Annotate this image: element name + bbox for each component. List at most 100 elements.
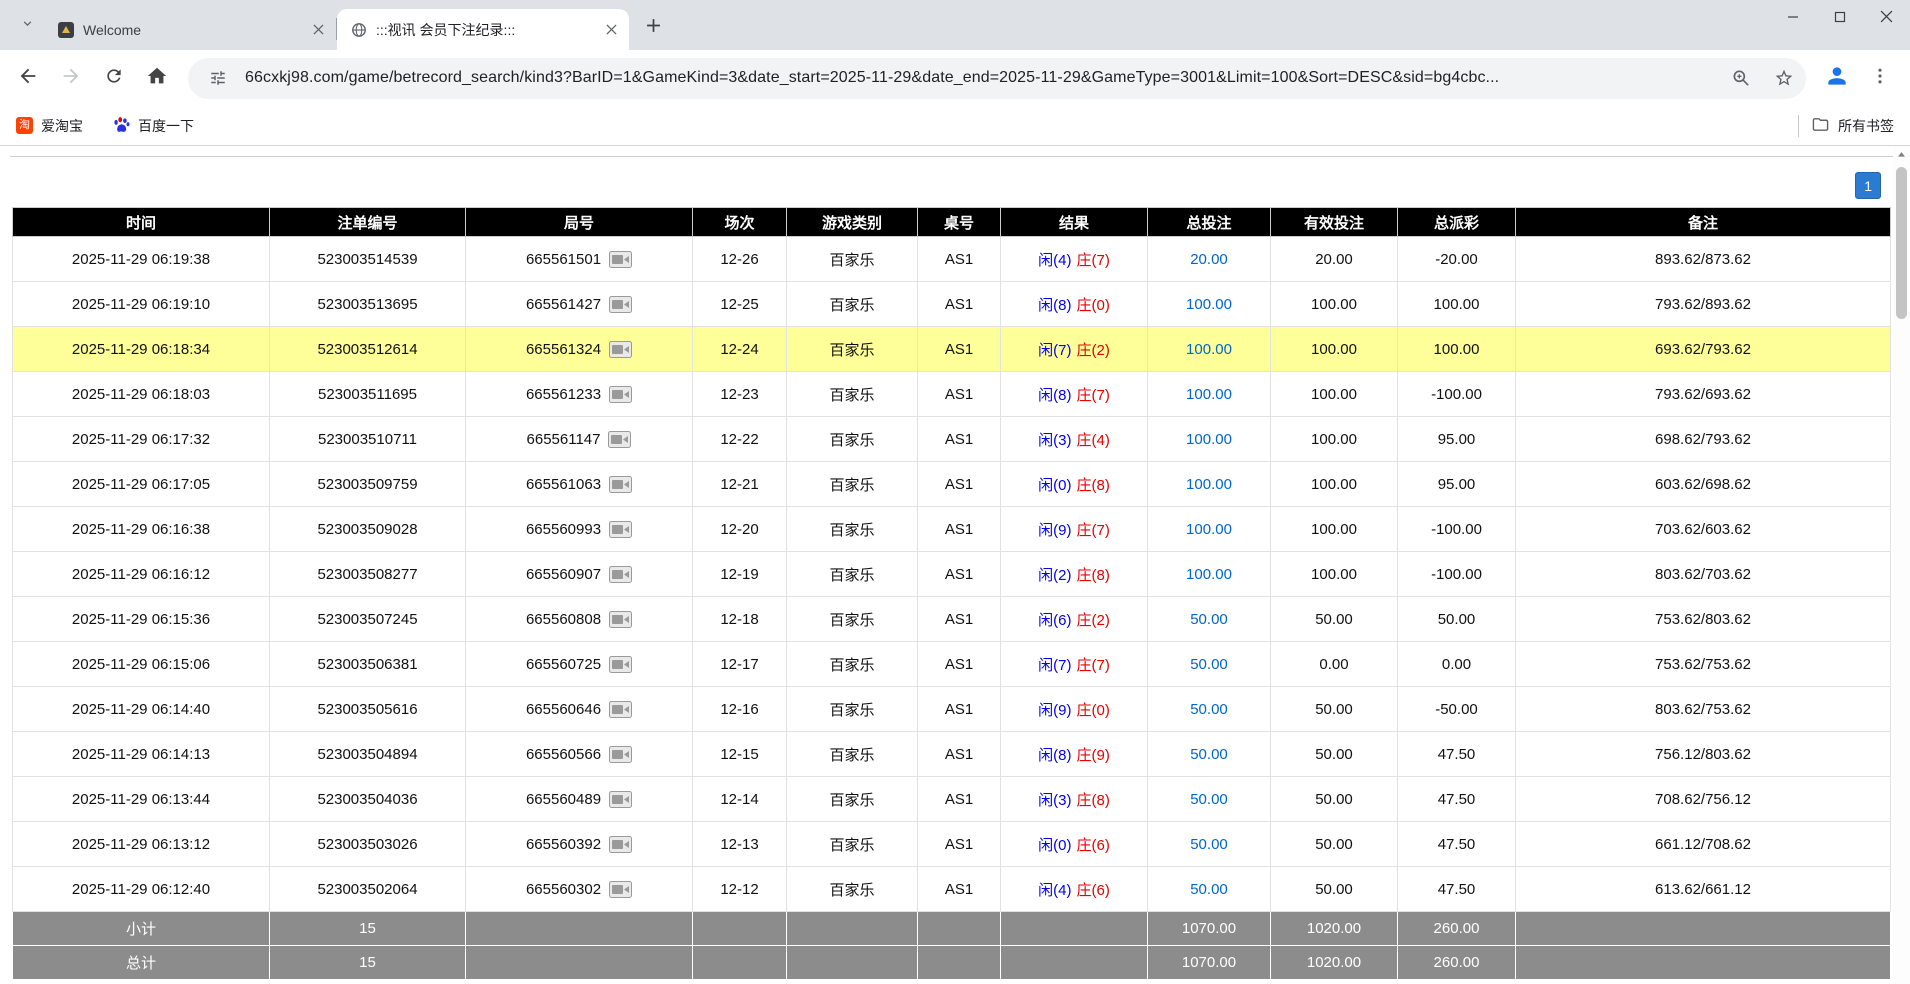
table-no-cell: AS1	[918, 462, 1001, 507]
total-bet-link[interactable]: 100.00	[1186, 566, 1232, 583]
video-replay-icon[interactable]	[609, 386, 632, 403]
empty-cell	[918, 912, 1001, 946]
video-replay-icon[interactable]	[609, 611, 632, 628]
round-cell: 665560646	[466, 687, 693, 732]
close-icon[interactable]	[601, 20, 621, 40]
profile-button[interactable]	[1817, 58, 1857, 98]
video-replay-icon[interactable]	[609, 791, 632, 808]
result-banker: 庄(2)	[1077, 612, 1110, 629]
zoom-icon[interactable]	[1725, 62, 1757, 94]
total-bet-link[interactable]: 100.00	[1186, 476, 1232, 493]
video-replay-icon[interactable]	[609, 656, 632, 673]
valid-bet-cell: 50.00	[1271, 867, 1398, 912]
time-cell: 2025-11-29 06:15:06	[13, 642, 270, 687]
vertical-scrollbar[interactable]	[1893, 146, 1910, 984]
total-bet-link[interactable]: 100.00	[1186, 431, 1232, 448]
valid-bet-cell: 50.00	[1271, 777, 1398, 822]
site-info-icon[interactable]	[202, 62, 234, 94]
total-count-cell: 15	[270, 946, 466, 980]
video-replay-icon[interactable]	[609, 296, 632, 313]
round-cell: 665560808	[466, 597, 693, 642]
tab-welcome[interactable]: Welcome	[44, 9, 336, 50]
scrollbar-up-arrow[interactable]	[1893, 146, 1910, 163]
time-cell: 2025-11-29 06:18:03	[13, 372, 270, 417]
video-replay-icon[interactable]	[609, 251, 632, 268]
url-text[interactable]: 66cxkj98.com/game/betrecord_search/kind3…	[245, 69, 1714, 87]
bookmark-taobao[interactable]: 淘 爱淘宝	[16, 116, 83, 136]
result-player: 闲(3)	[1038, 432, 1071, 449]
session-cell: 12-13	[693, 822, 787, 867]
remark-cell: 703.62/603.62	[1516, 507, 1891, 552]
home-icon	[146, 65, 168, 92]
video-replay-icon[interactable]	[609, 566, 632, 583]
time-cell: 2025-11-29 06:12:40	[13, 867, 270, 912]
page-1-button[interactable]: 1	[1855, 172, 1881, 199]
result-cell: 闲(0)庄(8)	[1001, 462, 1148, 507]
video-replay-icon[interactable]	[609, 521, 632, 538]
bookmarks-separator	[1798, 115, 1799, 137]
close-window-button[interactable]	[1863, 0, 1910, 38]
session-cell: 12-22	[693, 417, 787, 462]
total-bet-link[interactable]: 100.00	[1186, 296, 1232, 313]
video-replay-icon[interactable]	[609, 881, 632, 898]
total-bet-link[interactable]: 100.00	[1186, 341, 1232, 358]
new-tab-button[interactable]	[638, 13, 668, 43]
video-replay-icon[interactable]	[609, 701, 632, 718]
result-cell: 闲(4)庄(7)	[1001, 237, 1148, 282]
empty-cell	[787, 946, 918, 980]
subtotal-payout-cell: 260.00	[1398, 912, 1516, 946]
result-banker: 庄(8)	[1077, 567, 1110, 584]
total-bet-link[interactable]: 50.00	[1190, 701, 1228, 718]
total-bet-link[interactable]: 50.00	[1190, 836, 1228, 853]
table-row: 2025-11-29 06:15:06 523003506381 6655607…	[13, 642, 1891, 687]
valid-bet-cell: 50.00	[1271, 687, 1398, 732]
video-replay-icon[interactable]	[608, 431, 631, 448]
video-replay-icon[interactable]	[609, 836, 632, 853]
round-id: 665560993	[526, 521, 601, 538]
total-bet-link[interactable]: 50.00	[1190, 881, 1228, 898]
table-header-row: 时间注单编号局号场次游戏类别桌号结果总投注有效投注总派彩备注	[13, 208, 1891, 237]
valid-bet-cell: 100.00	[1271, 507, 1398, 552]
all-bookmarks-label: 所有书签	[1838, 116, 1894, 136]
result-cell: 闲(3)庄(8)	[1001, 777, 1148, 822]
total-bet-link[interactable]: 50.00	[1190, 791, 1228, 808]
forward-arrow-icon	[60, 65, 82, 92]
session-cell: 12-20	[693, 507, 787, 552]
total-bet-link[interactable]: 50.00	[1190, 656, 1228, 673]
video-replay-icon[interactable]	[609, 476, 632, 493]
valid-bet-cell: 50.00	[1271, 597, 1398, 642]
total-label-cell: 总计	[13, 946, 270, 980]
payout-cell: 95.00	[1398, 417, 1516, 462]
subtotal-total-bet-cell: 1070.00	[1148, 912, 1271, 946]
payout-cell: -20.00	[1398, 237, 1516, 282]
tab-search-button[interactable]	[12, 11, 42, 41]
scrollbar-thumb[interactable]	[1896, 167, 1907, 319]
total-bet-link[interactable]: 50.00	[1190, 611, 1228, 628]
bookmark-star-icon[interactable]	[1768, 62, 1800, 94]
tab-bet-record[interactable]: :::视讯 会员下注纪录:::	[337, 9, 629, 50]
valid-bet-cell: 100.00	[1271, 462, 1398, 507]
bookmark-baidu[interactable]: 百度一下	[113, 116, 194, 136]
total-bet-link[interactable]: 20.00	[1190, 251, 1228, 268]
video-replay-icon[interactable]	[609, 341, 632, 358]
menu-button[interactable]	[1860, 58, 1900, 98]
folder-icon	[1811, 116, 1830, 136]
total-bet-link[interactable]: 50.00	[1190, 746, 1228, 763]
minimize-button[interactable]	[1769, 0, 1816, 38]
all-bookmarks-button[interactable]: 所有书签	[1811, 116, 1894, 136]
payout-cell: -50.00	[1398, 687, 1516, 732]
total-bet-link[interactable]: 100.00	[1186, 521, 1232, 538]
address-bar[interactable]: 66cxkj98.com/game/betrecord_search/kind3…	[188, 58, 1806, 99]
round-cell: 665560566	[466, 732, 693, 777]
refresh-button[interactable]	[94, 58, 134, 98]
session-cell: 12-21	[693, 462, 787, 507]
maximize-button[interactable]	[1816, 0, 1863, 38]
forward-button[interactable]	[51, 58, 91, 98]
payout-cell: 47.50	[1398, 822, 1516, 867]
total-bet-cell: 50.00	[1148, 597, 1271, 642]
close-icon[interactable]	[308, 20, 328, 40]
back-button[interactable]	[8, 58, 48, 98]
video-replay-icon[interactable]	[609, 746, 632, 763]
home-button[interactable]	[137, 58, 177, 98]
total-bet-link[interactable]: 100.00	[1186, 386, 1232, 403]
